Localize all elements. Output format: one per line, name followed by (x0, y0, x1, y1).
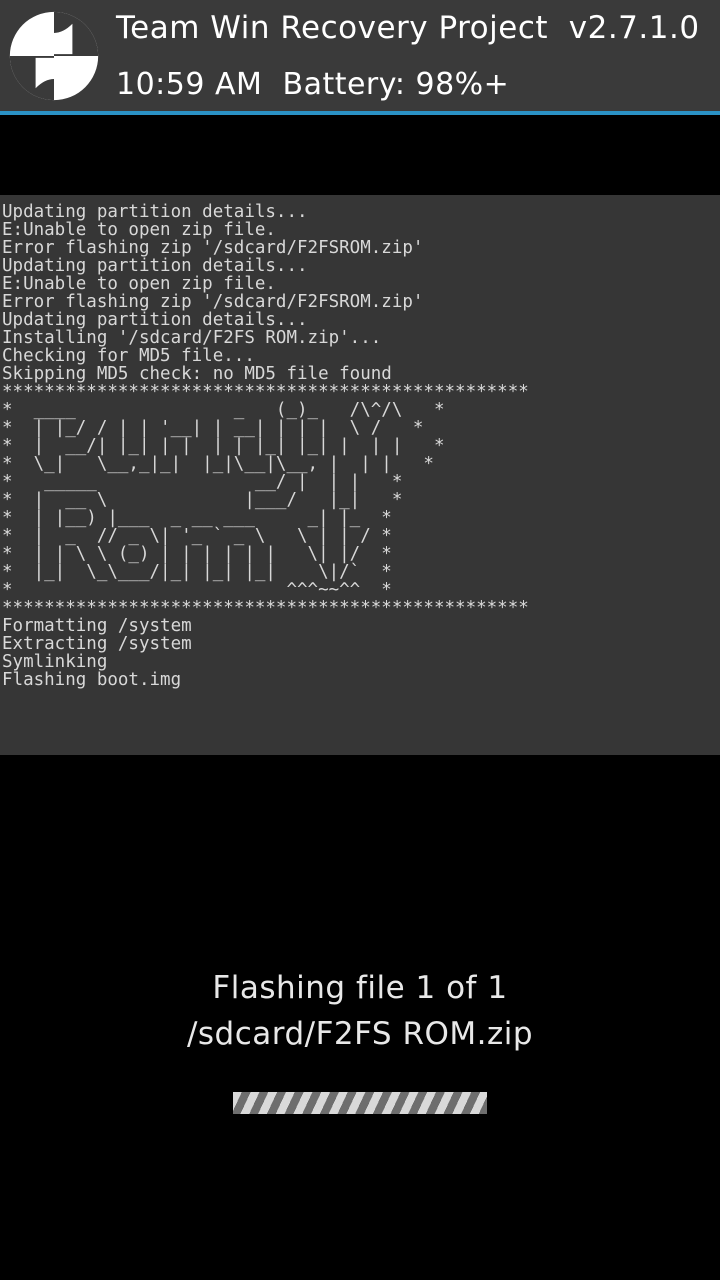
progress-bar (233, 1092, 487, 1114)
title-text: Team Win Recovery Project (116, 10, 548, 46)
status-line: 10:59 AM Battery: 98%+ (116, 67, 700, 102)
status-line-1: Flashing file 1 of 1 (0, 970, 720, 1006)
version-number: 2.7.1.0 (588, 10, 700, 46)
progress-stripes (233, 1092, 487, 1114)
twrp-logo-icon (8, 10, 100, 102)
spacer (0, 115, 720, 195)
battery-value: 98%+ (416, 67, 510, 102)
app-title: Team Win Recovery Project v2.7.1.0 (116, 10, 700, 46)
console-text: Updating partition details... E:Unable t… (2, 203, 718, 689)
flash-status: Flashing file 1 of 1 /sdcard/F2FS ROM.zi… (0, 960, 720, 1114)
battery-label: Battery: (282, 67, 405, 102)
header-bar: Team Win Recovery Project v2.7.1.0 10:59… (0, 0, 720, 115)
clock-time: 10:59 AM (116, 67, 262, 102)
status-line-2: /sdcard/F2FS ROM.zip (0, 1016, 720, 1052)
console-output: Updating partition details... E:Unable t… (0, 195, 720, 755)
version-prefix: v (569, 10, 588, 46)
header-text: Team Win Recovery Project v2.7.1.0 10:59… (116, 10, 700, 102)
